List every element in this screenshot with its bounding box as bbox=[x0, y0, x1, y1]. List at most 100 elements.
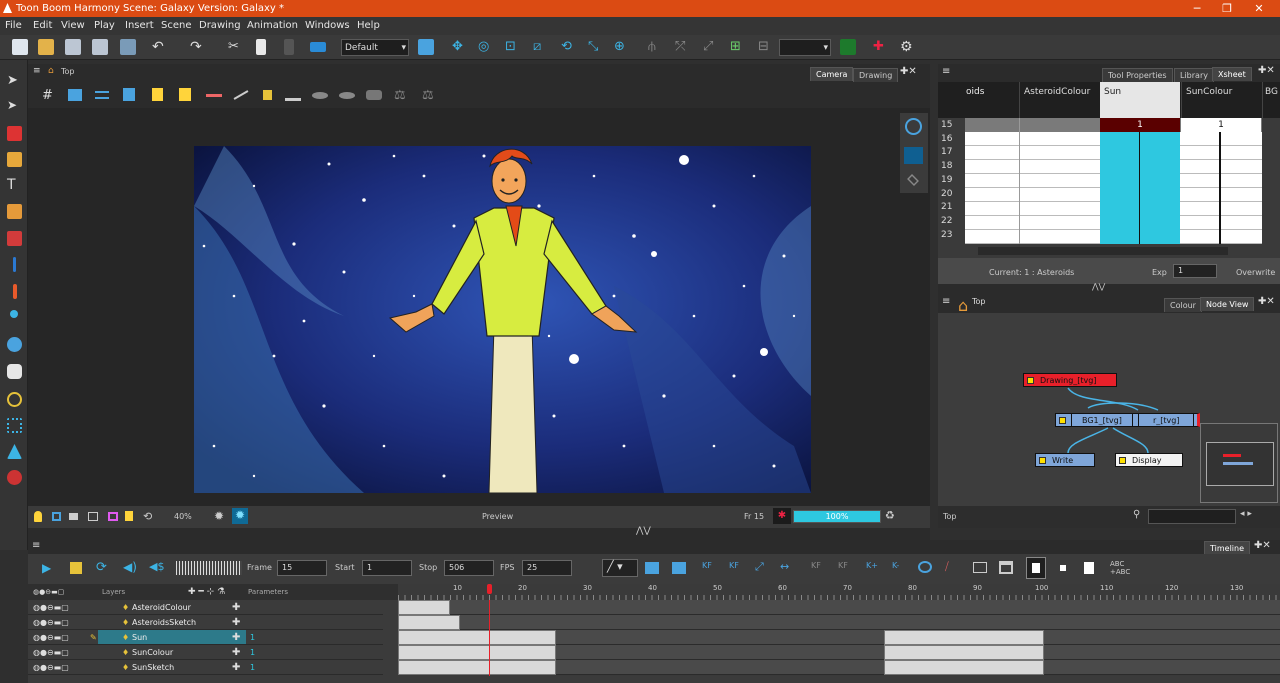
light-icon[interactable] bbox=[34, 511, 42, 522]
unlock-icon[interactable] bbox=[179, 88, 191, 101]
motion-keyframe-icon[interactable]: ⤢ bbox=[755, 560, 764, 574]
lock-icon[interactable] bbox=[152, 88, 163, 101]
abc-sort-icon[interactable]: ABC +ABC bbox=[1110, 560, 1130, 576]
paste-icon[interactable] bbox=[284, 39, 294, 55]
timeline-view-mode-2[interactable] bbox=[1060, 565, 1066, 571]
node-navigator[interactable] bbox=[1200, 423, 1278, 503]
undo-icon[interactable]: ↶ bbox=[152, 39, 168, 55]
layer-row[interactable]: ◍●⊖▬▢ ♦ SunColour ✚ 1 bbox=[28, 645, 383, 660]
insert-keyframe-icon[interactable]: K+ bbox=[866, 561, 878, 570]
tab-timeline[interactable]: Timeline bbox=[1204, 541, 1251, 555]
exposure-block[interactable] bbox=[884, 630, 1044, 645]
column-header[interactable]: BG bbox=[1262, 82, 1280, 118]
nodeview-add-panel-icon[interactable]: ✚✕ bbox=[1258, 296, 1275, 307]
camera-mask-icon[interactable] bbox=[123, 88, 135, 101]
flip-horizontal-icon[interactable]: ⚖ bbox=[394, 88, 406, 103]
workspace-select[interactable]: Default ▾ bbox=[341, 39, 409, 56]
layer-row[interactable]: ◍●⊖▬▢ ♦ AsteroidsSketch ✚ bbox=[28, 615, 383, 630]
tab-colour[interactable]: Colour bbox=[1164, 298, 1202, 312]
morph-tool-icon[interactable] bbox=[7, 392, 22, 407]
exposure-block[interactable] bbox=[398, 660, 556, 675]
add-keyframe-kf-icon[interactable]: KF bbox=[702, 561, 712, 570]
frame-icon[interactable] bbox=[69, 513, 78, 520]
node-write[interactable]: Write bbox=[1035, 453, 1095, 467]
show-extended-icon[interactable] bbox=[973, 562, 987, 573]
node-colour[interactable]: r_[tvg] bbox=[1138, 413, 1194, 427]
select-tool-icon[interactable]: ➤ bbox=[7, 73, 22, 88]
node-bg1[interactable]: BG1_[tvg] bbox=[1071, 413, 1133, 427]
nodeview-menu-icon[interactable]: ≡ bbox=[942, 296, 950, 307]
sound-scrub-icon[interactable]: ◀$ bbox=[149, 560, 164, 573]
menu-play[interactable]: Play bbox=[94, 17, 115, 35]
zoom-tool-icon[interactable] bbox=[7, 470, 22, 485]
layer-row-selected[interactable]: ◍●⊖▬▢ ✎ ♦ Sun ✚ 1 bbox=[28, 630, 383, 645]
frame-input[interactable]: 15 bbox=[277, 560, 327, 576]
eraser-tool-icon[interactable] bbox=[7, 204, 22, 219]
brush-tool-icon[interactable] bbox=[7, 126, 22, 141]
reset-render-icon[interactable]: ♻ bbox=[885, 509, 895, 522]
exposure-block[interactable] bbox=[884, 660, 1044, 675]
zoom-select[interactable]: ▾ bbox=[779, 39, 831, 56]
timeline-menu-icon[interactable]: ≡ bbox=[32, 540, 40, 551]
exposure-block[interactable] bbox=[398, 645, 556, 660]
menu-help[interactable]: Help bbox=[357, 17, 380, 35]
next-keyframe-icon[interactable]: KF bbox=[838, 561, 848, 570]
add-layer-icons[interactable]: ✚ ━ ⊹ ⚗ bbox=[188, 584, 225, 600]
side-view-icon[interactable] bbox=[312, 92, 328, 99]
menu-drawing[interactable]: Drawing bbox=[199, 17, 241, 35]
tab-tool-properties[interactable]: Tool Properties bbox=[1102, 68, 1173, 82]
track-row[interactable] bbox=[398, 615, 1280, 630]
pencil-tool-icon[interactable] bbox=[7, 152, 22, 167]
column-header[interactable]: SunColour bbox=[1181, 82, 1261, 118]
minimize-button[interactable]: ─ bbox=[1182, 0, 1212, 17]
exposure-block[interactable] bbox=[884, 645, 1044, 660]
tab-xsheet[interactable]: Xsheet bbox=[1212, 67, 1252, 81]
loop-icon[interactable]: ⟳ bbox=[96, 560, 107, 575]
text-tool-icon[interactable]: T bbox=[7, 178, 22, 193]
column-header-selected[interactable]: Sun bbox=[1100, 82, 1180, 118]
column-header[interactable]: oids bbox=[966, 87, 984, 97]
save-icon[interactable] bbox=[65, 39, 81, 55]
layer-icon[interactable] bbox=[310, 42, 326, 52]
menu-animation[interactable]: Animation bbox=[247, 17, 298, 35]
ik-icon[interactable]: ⤱ bbox=[675, 39, 691, 55]
sound-icon[interactable]: ◀) bbox=[123, 560, 137, 574]
ease-multiple-icon[interactable] bbox=[672, 562, 686, 574]
timeline-view-mode-3[interactable] bbox=[1084, 562, 1094, 574]
redo-icon[interactable]: ↷ bbox=[190, 39, 206, 55]
scene-canvas[interactable] bbox=[194, 146, 811, 493]
home-icon[interactable]: ⌂ bbox=[48, 66, 54, 76]
exposure-block[interactable] bbox=[398, 630, 556, 645]
xsheet-scrollbar[interactable] bbox=[938, 244, 1280, 258]
menu-file[interactable]: File bbox=[5, 17, 22, 35]
render-progress-icon[interactable]: ✱ bbox=[773, 508, 791, 524]
render-options-icon[interactable]: ✹ bbox=[214, 509, 224, 523]
panel-menu-icon[interactable]: ≡ bbox=[33, 66, 41, 76]
play-selection-icon[interactable] bbox=[70, 562, 82, 574]
close-button[interactable]: ✕ bbox=[1244, 0, 1274, 17]
grid-view-icon[interactable]: # bbox=[42, 88, 53, 103]
xsheet-grid[interactable]: 15 16 17 18 19 20 21 22 23 1 1 bbox=[938, 118, 1280, 244]
exp-input[interactable]: 1 bbox=[1173, 264, 1217, 278]
panel-splitter[interactable]: ⋀⋁ bbox=[28, 526, 930, 540]
contour-editor-icon[interactable]: ➤ bbox=[7, 98, 22, 113]
preferences-gear-icon[interactable]: ⚙ bbox=[900, 39, 916, 55]
perspective-icon[interactable] bbox=[366, 90, 382, 100]
node-drawing[interactable]: Drawing_[tvg] bbox=[1023, 373, 1117, 387]
flip-vertical-icon[interactable]: ⚖ bbox=[422, 88, 434, 103]
tab-drawing[interactable]: Drawing bbox=[853, 68, 899, 82]
maximize-button[interactable]: ❐ bbox=[1212, 0, 1242, 17]
remove-keyframe-icon[interactable]: K- bbox=[892, 561, 899, 570]
mask-icon[interactable] bbox=[108, 512, 118, 521]
ease-select[interactable]: ╱ ▾ bbox=[602, 559, 638, 577]
timeline-add-panel-icon[interactable]: ✚✕ bbox=[1254, 540, 1271, 551]
reset-view-icon[interactable]: ⟲ bbox=[143, 510, 152, 523]
new-scene-icon[interactable] bbox=[12, 39, 28, 55]
exposure-block[interactable] bbox=[398, 600, 450, 615]
tab-camera[interactable]: Camera bbox=[810, 67, 854, 81]
render-icon[interactable]: ✹ bbox=[232, 508, 248, 524]
camera-icon[interactable] bbox=[88, 512, 98, 521]
frame-ruler[interactable]: 10 20 30 40 50 60 70 80 90 100 110 120 1… bbox=[398, 584, 1280, 600]
node-display[interactable]: Display bbox=[1115, 453, 1183, 467]
menu-scene[interactable]: Scene bbox=[161, 17, 192, 35]
